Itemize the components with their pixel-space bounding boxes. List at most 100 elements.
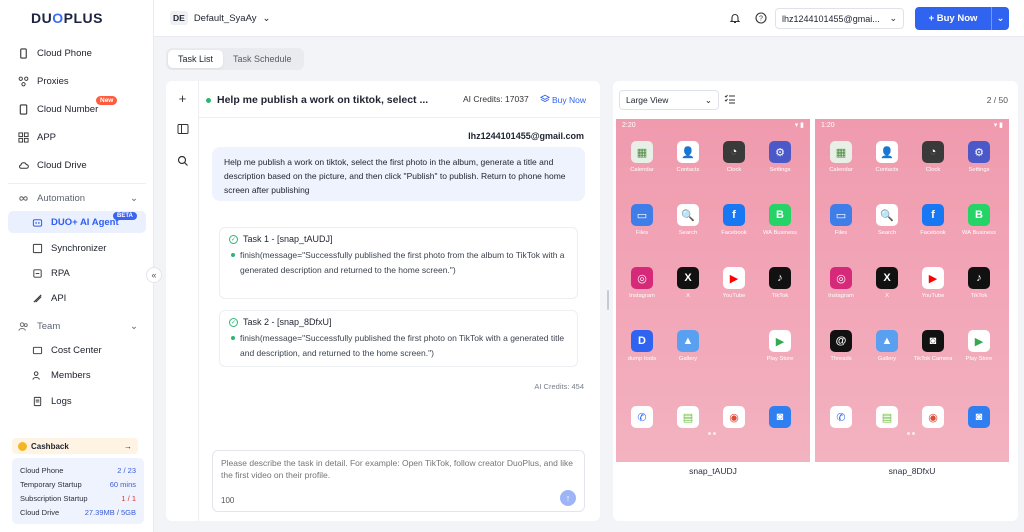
app-icon-dock-17[interactable]: ▤ <box>665 406 711 428</box>
sidebar-item-cloud-phone[interactable]: Cloud Phone <box>8 42 146 64</box>
app-icon-dock-18[interactable]: ◉ <box>711 406 757 428</box>
app-label: Clock <box>925 167 941 173</box>
app-icon-tiktok-camera[interactable]: ◙ TikTok Camera <box>910 330 956 362</box>
app-icon-settings[interactable]: ⚙ Settings <box>757 141 803 173</box>
section-automation[interactable]: Automation ⌄ <box>18 193 138 204</box>
chevron-down-icon: ⌄ <box>130 193 138 204</box>
app-icon-contacts[interactable]: 👤 Contacts <box>864 141 910 173</box>
task-result-card[interactable]: ✓ Task 1 - [snap_tAUDJ] finish(message="… <box>219 227 578 299</box>
app-label: YouTube <box>921 293 945 299</box>
app-glyph-icon: ♪ <box>968 267 990 289</box>
sidebar-item-label: Proxies <box>37 75 69 87</box>
app-icon-x[interactable]: XX <box>665 267 711 299</box>
collapse-sidebar-button[interactable]: « <box>146 267 162 283</box>
sidebar-item-cloud-drive[interactable]: Cloud Drive <box>8 154 146 176</box>
app-icon-settings[interactable]: ⚙ Settings <box>956 141 1002 173</box>
status-time: 2:20 <box>622 121 636 129</box>
app-icon-play-store[interactable]: ▶ Play Store <box>757 330 803 362</box>
section-team[interactable]: Team ⌄ <box>18 321 138 332</box>
tab-task-list[interactable]: Task List <box>168 50 224 68</box>
app-icon-tiktok[interactable]: ♪ TikTok <box>757 267 803 299</box>
sidebar-item-cloud-number[interactable]: Cloud Number <box>8 98 146 120</box>
sidebar-item-api[interactable]: API <box>8 287 146 309</box>
logs-icon <box>32 396 43 407</box>
chevron-down-icon: ⌄ <box>704 94 712 105</box>
sidebar-item-label: Cloud Phone <box>37 47 92 59</box>
tab-task-schedule[interactable]: Task Schedule <box>223 50 302 68</box>
sidebar-item-cost-center[interactable]: Cost Center <box>8 339 146 361</box>
help-icon[interactable]: ? <box>755 12 767 24</box>
sidebar-item-synchronizer[interactable]: Synchronizer <box>8 237 146 259</box>
new-chat-icon[interactable]: + <box>176 91 189 106</box>
app-icon-dock-19[interactable]: ◙ <box>956 406 1002 428</box>
app-icon-clock[interactable]: ◔ Clock <box>910 141 956 173</box>
svg-text:?: ? <box>759 16 763 23</box>
app-icon-search[interactable]: 🔍 Search <box>665 204 711 236</box>
sidebar-item-proxies[interactable]: Proxies <box>8 70 146 92</box>
app-glyph-icon: B <box>769 204 791 226</box>
app-icon-contacts[interactable]: 👤 Contacts <box>665 141 711 173</box>
app-icon-calendar[interactable]: ▦ Calendar <box>619 141 665 173</box>
app-icon-wa-business[interactable]: B WA Business <box>757 204 803 236</box>
phone-screen[interactable]: 2:20 ▾ ▮ ▦ Calendar 👤 Contacts ◔ Clock ⚙ Settin… <box>616 119 810 462</box>
app-glyph-icon: ◎ <box>830 267 852 289</box>
grid-icon <box>18 131 29 143</box>
app-icon-wa-business[interactable]: B WA Business <box>956 204 1002 236</box>
app-icon-play-store[interactable]: ▶ Play Store <box>956 330 1002 362</box>
app-label: Calendar <box>630 167 654 173</box>
app-icon-x[interactable]: XX <box>864 267 910 299</box>
app-icon-threads[interactable]: @ Threads <box>818 330 864 362</box>
chevron-down-icon[interactable]: ⌄ <box>991 7 1009 30</box>
page-indicator: 2 / 50 <box>986 95 1008 105</box>
sidebar-item-app[interactable]: APP <box>8 126 146 148</box>
bell-icon[interactable] <box>729 12 741 24</box>
app-icon-files[interactable]: ▭ Files <box>818 204 864 236</box>
app-icon-clock[interactable]: ◔ Clock <box>711 141 757 173</box>
app-icon-dock-16[interactable]: ✆ <box>619 406 665 428</box>
checklist-icon[interactable] <box>724 93 737 106</box>
app-icon-dump-tools[interactable]: Ddump tools <box>619 330 665 362</box>
app-icon-youtube[interactable]: ▶ YouTube <box>910 267 956 299</box>
app-icon-dock-16[interactable]: ✆ <box>818 406 864 428</box>
app-icon-dock-14[interactable] <box>711 330 757 352</box>
buy-credits-link[interactable]: Buy Now <box>539 94 587 106</box>
app-icon-instagram[interactable]: ◎ Instagram <box>818 267 864 299</box>
sidebar-item-rpa[interactable]: RPA <box>8 262 146 284</box>
resize-handle[interactable] <box>607 290 609 310</box>
sidebar-toggle-icon[interactable] <box>176 122 189 135</box>
logo[interactable]: DUOPLUS <box>31 10 103 26</box>
app-icon-instagram[interactable]: ◎ Instagram <box>619 267 665 299</box>
buy-credits-label: Buy Now <box>552 95 587 105</box>
app-glyph-icon: ◔ <box>723 141 745 163</box>
app-icon-search[interactable]: 🔍 Search <box>864 204 910 236</box>
buy-now-button[interactable]: + Buy Now ⌄ <box>915 7 1009 30</box>
app-icon-tiktok[interactable]: ♪ TikTok <box>956 267 1002 299</box>
phone-screen[interactable]: 1:20 ▾ ▮ ▦ Calendar 👤 Contacts ◔ Clock ⚙ Settin… <box>815 119 1009 462</box>
beta-badge: BETA <box>113 212 137 220</box>
app-icon-dock-19[interactable]: ◙ <box>757 406 803 428</box>
sidebar-item-logs[interactable]: Logs <box>8 390 146 412</box>
environment-selector[interactable]: DE Default_SyaAy ⌄ <box>170 11 270 25</box>
send-button[interactable]: ↑ <box>560 490 576 506</box>
app-icon-dock-18[interactable]: ◉ <box>910 406 956 428</box>
app-icon-facebook[interactable]: f Facebook <box>910 204 956 236</box>
task-input[interactable] <box>221 457 576 485</box>
task-result-card[interactable]: ✓ Task 2 - [snap_8DfxU] finish(message="… <box>219 310 578 367</box>
battery-icon: ▾ ▮ <box>993 122 1003 129</box>
app-label: Search <box>678 230 698 236</box>
app-icon-files[interactable]: ▭ Files <box>619 204 665 236</box>
phone-icon <box>18 47 29 59</box>
search-icon[interactable] <box>176 154 189 167</box>
account-selector[interactable]: lhz1244101455@gmai... ⌄ <box>775 8 904 29</box>
cashback-banner[interactable]: Cashback → <box>12 438 138 454</box>
app-icon-youtube[interactable]: ▶ YouTube <box>711 267 757 299</box>
cost-icon <box>32 345 43 356</box>
view-mode-select[interactable]: Large View ⌄ <box>619 90 719 110</box>
app-icon-gallery[interactable]: ▲ Gallery <box>665 330 711 362</box>
app-label: Play Store <box>965 356 993 362</box>
app-icon-gallery[interactable]: ▲ Gallery <box>864 330 910 362</box>
app-icon-calendar[interactable]: ▦ Calendar <box>818 141 864 173</box>
app-icon-facebook[interactable]: f Facebook <box>711 204 757 236</box>
sidebar-item-members[interactable]: Members <box>8 364 146 386</box>
app-icon-dock-17[interactable]: ▤ <box>864 406 910 428</box>
